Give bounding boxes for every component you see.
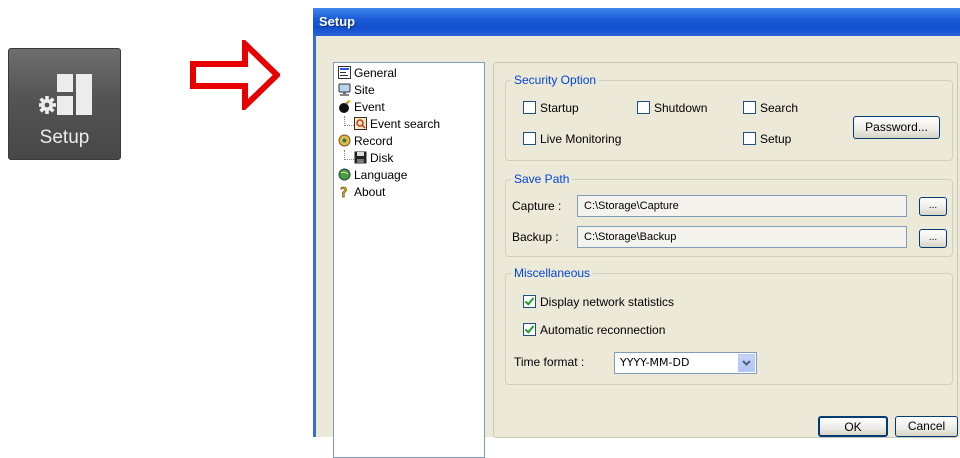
display-network-statistics-label: Display network statistics [540,295,675,309]
tree-item-label: About [354,185,386,199]
tree-item-label: Language [354,168,408,182]
svg-text:?: ? [340,186,348,198]
password-button[interactable]: Password... [853,116,940,139]
backup-path-field[interactable]: C:\Storage\Backup [577,226,907,248]
automatic-reconnection-label: Automatic reconnection [540,323,666,337]
startup-checkbox[interactable]: Startup [523,101,579,115]
capture-label: Capture : [512,199,562,213]
miscellaneous-legend: Miscellaneous [514,266,591,280]
startup-label: Startup [540,101,579,115]
tree-item-record[interactable]: Record [338,133,393,150]
display-network-statistics-checkbox[interactable]: Display network statistics [523,295,674,309]
tree-item-label: Record [354,134,393,148]
arrow-right-icon [190,40,280,110]
tree-item-label: Site [354,83,375,97]
setup-label: Setup [760,132,792,146]
language-icon [338,168,351,181]
tree-item-event[interactable]: Event [338,99,385,116]
shutdown-checkbox[interactable]: Shutdown [637,101,707,115]
general-icon [338,66,351,79]
disk-icon [354,151,367,164]
tree-item-label: Event search [370,117,441,131]
capture-path-field[interactable]: C:\Storage\Capture [577,195,907,217]
event-search-icon [354,117,367,130]
setup-icon [39,74,92,115]
save-path-legend: Save Path [514,172,570,186]
tree-item-label: Event [354,100,385,114]
tree-item-event-search[interactable]: Event search [354,116,440,133]
tree-item-label: Disk [370,151,394,165]
tree-item-disk[interactable]: Disk [354,150,393,167]
setup-launcher-label: Setup [39,127,90,148]
backup-label: Backup : [512,230,559,244]
site-icon [338,83,351,96]
automatic-reconnection-checkbox[interactable]: Automatic reconnection [523,323,665,337]
event-icon [338,100,351,113]
backup-browse-button[interactable]: ... [919,229,947,248]
window-client: General Site Event Event search Record D… [316,36,960,458]
chevron-down-icon[interactable] [738,354,755,372]
tree-item-label: General [354,66,397,80]
tree-item-general[interactable]: General [338,65,397,82]
live-monitoring-label: Live Monitoring [540,132,622,146]
live-monitoring-checkbox[interactable]: Live Monitoring [523,132,621,146]
ok-button[interactable]: OK [818,416,888,437]
search-label: Search [760,101,799,115]
search-checkbox[interactable]: Search [743,101,798,115]
tree-item-language[interactable]: Language [338,167,407,184]
cancel-button[interactable]: Cancel [895,416,958,437]
time-format-label: Time format : [514,355,585,369]
setup-window: Setup General Site Event Event search Re… [313,8,960,458]
record-icon [338,134,351,147]
settings-panel: Security Option Startup Shutdown Search … [493,62,958,438]
setup-tree: General Site Event Event search Record D… [333,62,485,458]
about-icon: ? [338,185,351,201]
setup-checkbox[interactable]: Setup [743,132,791,146]
capture-browse-button[interactable]: ... [919,197,947,216]
time-format-value: YYYY-MM-DD [620,356,690,369]
shutdown-label: Shutdown [654,101,708,115]
time-format-select[interactable]: YYYY-MM-DD [614,352,757,374]
window-title[interactable]: Setup [313,8,960,36]
setup-launcher-button[interactable]: Setup [8,48,121,160]
tree-item-site[interactable]: Site [338,82,375,99]
tree-item-about[interactable]: ? About [338,184,386,201]
security-option-legend: Security Option [514,73,597,87]
